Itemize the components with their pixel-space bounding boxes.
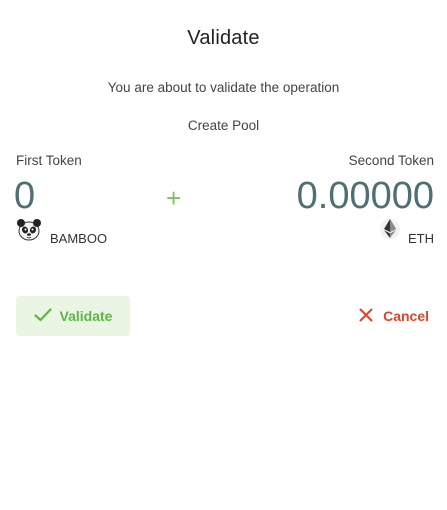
check-icon <box>33 307 52 321</box>
first-token-info: BAMBOO <box>16 218 108 246</box>
validate-button-label: Validate <box>59 308 113 324</box>
validate-dialog: Validate You are about to validate the o… <box>0 0 447 510</box>
panda-icon <box>17 218 41 240</box>
plus-separator: + <box>166 183 182 213</box>
second-token-label: Second Token <box>348 153 434 168</box>
validate-button[interactable]: Validate <box>16 296 130 336</box>
cancel-button-label: Cancel <box>383 308 429 324</box>
second-token-amount: 0.00000 <box>296 175 434 217</box>
cancel-button[interactable]: Cancel <box>359 296 429 336</box>
dialog-title: Validate <box>187 27 260 49</box>
ethereum-icon <box>380 218 400 239</box>
first-token-label: First Token <box>16 153 82 168</box>
close-icon <box>359 308 373 321</box>
second-token-info: ETH <box>380 218 434 246</box>
second-token-symbol: ETH <box>408 231 434 246</box>
operation-name: Create Pool <box>187 118 260 133</box>
first-token-symbol: BAMBOO <box>50 231 108 246</box>
first-token-amount: 0 <box>14 175 36 217</box>
dialog-message: You are about to validate the operation <box>107 80 340 95</box>
